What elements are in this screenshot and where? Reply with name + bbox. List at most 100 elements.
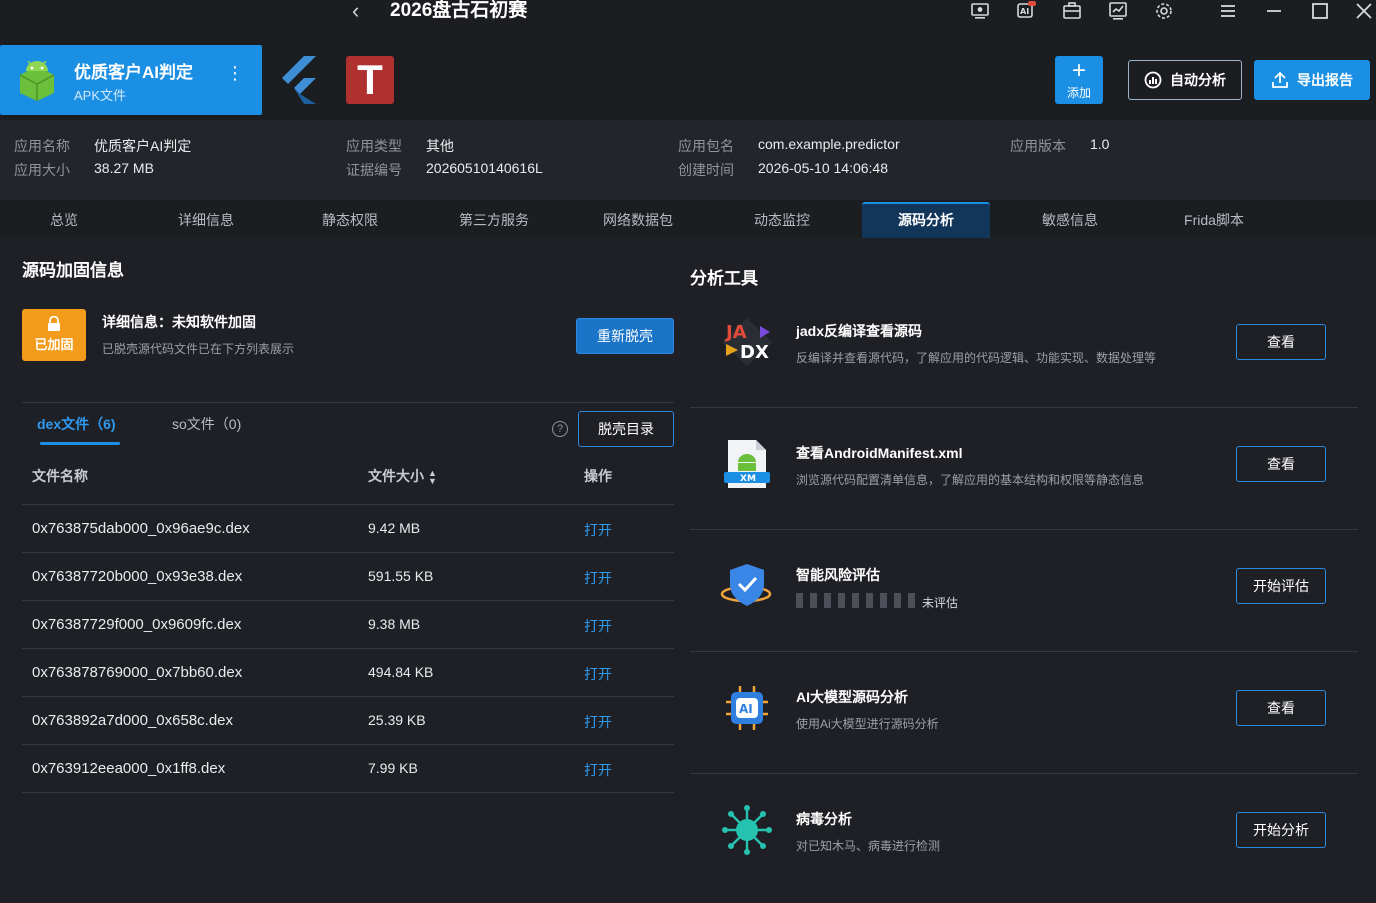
open-link[interactable]: 打开 — [584, 568, 612, 588]
progress-segment — [824, 593, 831, 608]
file-size: 591.55 KB — [368, 568, 434, 584]
evidence-value: 20260510140616L — [426, 160, 543, 176]
ai-new-icon[interactable]: AI — [1014, 0, 1038, 22]
app-name-value: 优质客户AI判定 — [94, 138, 192, 154]
open-link[interactable]: 打开 — [584, 712, 612, 732]
svg-text:JA: JA — [724, 322, 747, 343]
package-label: 应用包名 — [678, 138, 734, 154]
toolbox-icon[interactable] — [1060, 0, 1084, 22]
ai-chip-icon: AI — [726, 686, 768, 730]
open-link[interactable]: 打开 — [584, 664, 612, 684]
app-card[interactable]: 优质客户AI判定 APK文件 ⋮ — [0, 45, 262, 115]
view-button[interactable]: 查看 — [1236, 446, 1326, 482]
maximize-icon[interactable] — [1308, 0, 1332, 22]
progress-segment — [852, 593, 859, 608]
chart-icon[interactable] — [1106, 0, 1130, 22]
app-name-label: 应用名称 — [14, 138, 70, 154]
lock-icon — [48, 316, 60, 331]
start-analysis-button[interactable]: 开始分析 — [1236, 812, 1326, 848]
start-assessment-button[interactable]: 开始评估 — [1236, 568, 1326, 604]
unpack-dir-button[interactable]: 脱壳目录 — [578, 411, 674, 447]
file-size: 494.84 KB — [368, 664, 434, 680]
auto-analyze-button[interactable]: 自动分析 — [1128, 60, 1242, 100]
analyze-icon — [1144, 71, 1162, 89]
progress-segment — [908, 593, 915, 608]
file-size: 9.42 MB — [368, 520, 421, 536]
chevron-left-icon[interactable]: ‹ — [352, 0, 359, 22]
file-size: 7.99 KB — [368, 760, 418, 776]
file-name: 0x763892a7d000_0x658c.dex — [32, 712, 234, 729]
created-value: 2026-05-10 14:06:48 — [758, 160, 888, 176]
tab-dex-files[interactable]: dex文件（6) — [37, 414, 116, 434]
progress-segment — [796, 593, 803, 608]
file-name: 0x763878769000_0x7bb60.dex — [32, 664, 243, 681]
app-size-value: 38.27 MB — [94, 160, 154, 176]
reshell-button[interactable]: 重新脱壳 — [576, 318, 674, 354]
tool-ai-analysis: AI AI大模型源码分析 使用Ai大模型进行源码分析 查看 — [690, 652, 1358, 774]
add-label: 添加 — [1066, 86, 1091, 100]
open-link[interactable]: 打开 — [584, 760, 612, 780]
close-icon[interactable] — [1352, 0, 1376, 22]
header: 优质客户AI判定 APK文件 ⋮ T + 添加 自动分析 导出报告 — [0, 30, 1376, 120]
window-title: 2026盘古石初赛 — [390, 0, 528, 21]
tool-name: 病毒分析 — [796, 811, 852, 827]
tool-risk-assessment: 智能风险评估 未评估 开始评估 — [690, 530, 1358, 652]
tab-third-party[interactable]: 第三方服务 — [430, 202, 558, 238]
flutter-icon[interactable] — [276, 54, 320, 106]
tab-details[interactable]: 详细信息 — [142, 202, 270, 238]
packing-detail: 详细信息：未知软件加固 — [102, 314, 256, 330]
view-button[interactable]: 查看 — [1236, 690, 1326, 726]
packing-subtext: 已脱壳源代码文件已在下方列表展示 — [102, 342, 295, 356]
minimize-icon[interactable] — [1262, 0, 1286, 22]
tool-desc: 浏览源代码配置清单信息，了解应用的基本结构和权限等静态信息 — [796, 473, 1145, 487]
tab-overview[interactable]: 总览 — [0, 202, 128, 238]
tab-dynamic-monitor[interactable]: 动态监控 — [718, 202, 846, 238]
file-size: 9.38 MB — [368, 616, 421, 632]
table-row: 0x763878769000_0x7bb60.dex 494.84 KB 打开 — [22, 649, 674, 697]
gear-icon[interactable] — [1152, 0, 1176, 22]
tab-frida-script[interactable]: Frida脚本 — [1150, 202, 1278, 238]
table-row: 0x76387720b000_0x93e38.dex 591.55 KB 打开 — [22, 553, 674, 601]
tab-so-files[interactable]: so文件（0) — [172, 414, 241, 434]
column-header-action: 操作 — [584, 468, 612, 484]
xml-file-icon: XM — [724, 440, 770, 488]
file-size: 25.39 KB — [368, 712, 426, 728]
more-icon[interactable]: ⋮ — [226, 64, 244, 82]
tab-sensitive-info[interactable]: 敏感信息 — [1006, 202, 1134, 238]
file-name: 0x763875dab000_0x96ae9c.dex — [32, 520, 250, 537]
risk-status: 未评估 — [922, 596, 959, 610]
sort-icon[interactable]: ▲ ▼ — [428, 469, 437, 486]
tool-virus-analysis: 病毒分析 对已知木马、病毒进行检测 开始分析 — [690, 774, 1358, 896]
screen-record-icon[interactable] — [968, 0, 992, 22]
table-row: 0x763912eea000_0x1ff8.dex 7.99 KB 打开 — [22, 745, 674, 793]
tab-bar: 总览 详细信息 静态权限 第三方服务 网络数据包 动态监控 源码分析 敏感信息 … — [0, 200, 1376, 238]
app-type-value: 其他 — [426, 138, 454, 154]
help-icon[interactable]: ? — [552, 421, 568, 437]
title-bar: ‹ 2026盘古石初赛 AI — [0, 0, 1376, 30]
plus-icon: + — [1071, 57, 1086, 84]
open-link[interactable]: 打开 — [584, 520, 612, 540]
t-framework-icon[interactable]: T — [346, 56, 394, 104]
divider — [22, 402, 674, 403]
export-report-label: 导出报告 — [1297, 72, 1353, 88]
menu-icon[interactable] — [1216, 0, 1240, 22]
view-button[interactable]: 查看 — [1236, 324, 1326, 360]
column-header-size[interactable]: 文件大小 ▲ ▼ — [368, 466, 437, 486]
progress-segment — [838, 593, 845, 608]
evidence-label: 证据编号 — [346, 162, 402, 178]
export-report-button[interactable]: 导出报告 — [1254, 60, 1370, 100]
svg-text:AI: AI — [739, 702, 753, 716]
table-row: 0x76387729f000_0x9609fc.dex 9.38 MB 打开 — [22, 601, 674, 649]
open-link[interactable]: 打开 — [584, 616, 612, 636]
auto-analyze-label: 自动分析 — [1170, 72, 1226, 88]
android-icon — [19, 60, 55, 101]
tab-source-analysis[interactable]: 源码分析 — [862, 202, 990, 238]
tab-static-permissions[interactable]: 静态权限 — [286, 202, 414, 238]
add-button[interactable]: + 添加 — [1055, 56, 1103, 104]
tool-name: jadx反编译查看源码 — [796, 323, 923, 339]
tool-desc: 反编译并查看源代码，了解应用的代码逻辑、功能实现、数据处理等 — [796, 351, 1157, 365]
upload-icon — [1272, 71, 1288, 88]
tab-network-packets[interactable]: 网络数据包 — [574, 202, 702, 238]
tool-jadx: JA DX jadx反编译查看源码 反编译并查看源代码，了解应用的代码逻辑、功能… — [690, 286, 1358, 408]
risk-progress-bar — [796, 593, 915, 608]
